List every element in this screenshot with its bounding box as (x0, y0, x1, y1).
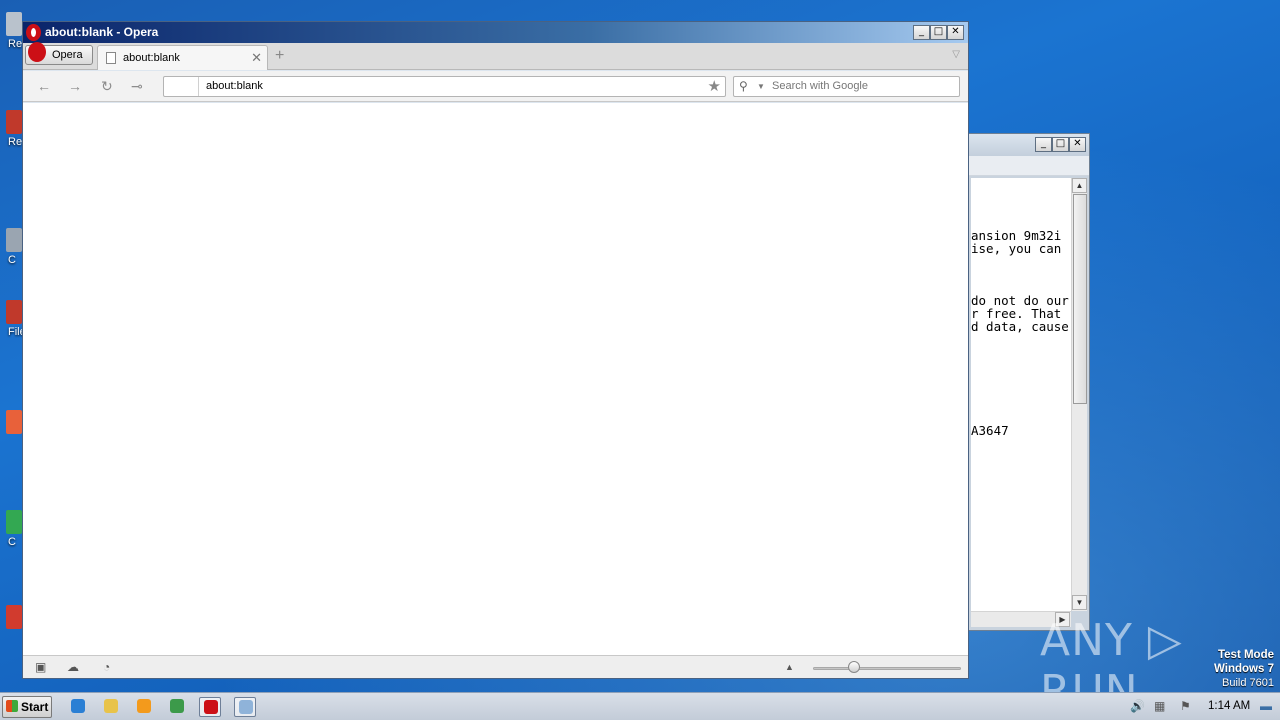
windows-flag-icon (6, 700, 18, 712)
action-center-flag-icon[interactable]: ⚑ (1180, 699, 1191, 713)
new-tab-button[interactable]: + (275, 47, 284, 65)
shortcut-label: Re (8, 38, 23, 50)
close-button[interactable]: ✕ (947, 25, 964, 40)
search-input[interactable]: ⚲ ▼ Search with Google (733, 76, 960, 97)
media-player-icon (137, 699, 151, 713)
chevron-down-icon[interactable]: ▼ (757, 82, 765, 91)
taskbar: Start 🔊 ▦ ⚑ ▬ 1:14 AM (0, 692, 1280, 720)
start-label: Start (21, 700, 49, 714)
test-mode-notice: Test Mode Windows 7 Build 7601 (1214, 648, 1274, 690)
chrome-icon (170, 699, 184, 713)
system-tray: 🔊 ▦ ⚑ ▬ (1122, 694, 1280, 720)
page-viewport[interactable] (23, 103, 968, 655)
explorer-taskbar-button[interactable] (100, 697, 122, 717)
tab-label: about:blank (123, 52, 180, 64)
zoom-slider[interactable] (813, 667, 961, 670)
shortcut-icon (6, 605, 22, 629)
back-button[interactable]: ← (37, 78, 51, 94)
shortcut-icon (6, 12, 22, 36)
maximize-button[interactable]: □ (1052, 137, 1069, 152)
background-window[interactable]: _ □ ✕ ansion 9m32i ise, you can do not d… (968, 133, 1090, 631)
close-tab-icon[interactable]: ✕ (251, 50, 262, 66)
bookmark-star-icon[interactable]: ★ (708, 77, 721, 95)
opera-logo-icon (28, 42, 46, 62)
show-desktop-icon[interactable]: ▬ (1260, 699, 1272, 713)
address-value[interactable]: about:blank (206, 80, 263, 92)
zoom-slider-handle[interactable] (848, 661, 860, 673)
tab-strip: Opera about:blank ✕ + ▽ (23, 42, 968, 70)
explorer-icon (104, 699, 118, 713)
shortcut-label: Re (8, 136, 23, 148)
build-line: Build 7601 (1222, 677, 1274, 689)
scroll-thumb[interactable] (1073, 194, 1087, 404)
arrow-up-icon[interactable]: ▲ (785, 662, 794, 672)
opera-logo-icon (26, 24, 41, 41)
address-bar[interactable]: about:blank ★ (163, 76, 726, 97)
clock[interactable]: 1:14 AM (1208, 700, 1250, 712)
key-icon[interactable]: ⊸ (131, 78, 143, 95)
network-icon[interactable]: ▦ (1154, 699, 1165, 713)
vertical-scrollbar[interactable]: ▲ ▼ (1071, 178, 1087, 611)
test-mode-line: Test Mode (1217, 649, 1274, 661)
scroll-down-icon[interactable]: ▼ (1072, 595, 1087, 610)
background-window-text[interactable]: ansion 9m32i ise, you can do not do our … (971, 178, 1071, 611)
chrome-taskbar-button[interactable] (166, 697, 188, 717)
text-line: ise, you can (971, 241, 1062, 256)
background-window-menubar (969, 156, 1089, 176)
background-window-titlebar[interactable]: _ □ ✕ (969, 134, 1089, 156)
opera-menu-label: Opera (52, 49, 83, 61)
speed-dial-icon[interactable]: ◔ (103, 660, 110, 674)
scroll-up-icon[interactable]: ▲ (1072, 178, 1087, 193)
minimize-button[interactable]: _ (1035, 137, 1052, 152)
search-placeholder: Search with Google (772, 80, 868, 92)
ie-icon (71, 699, 85, 713)
status-bar: ▣ ☁ ◔ ▲ (23, 655, 968, 678)
speaker-icon[interactable]: 🔊 (1130, 699, 1145, 713)
start-button[interactable]: Start (2, 696, 52, 718)
cloud-icon[interactable]: ☁ (67, 660, 79, 674)
close-button[interactable]: ✕ (1069, 137, 1086, 152)
opera-taskbar-button[interactable] (199, 697, 221, 717)
minimize-button[interactable]: _ (913, 25, 930, 40)
window-title: about:blank - Opera (45, 25, 159, 39)
maximize-button[interactable]: □ (930, 25, 947, 40)
opera-icon (204, 700, 218, 714)
shortcut-label: C (8, 536, 16, 548)
tab-list-chevron-icon[interactable]: ▽ (952, 49, 960, 60)
ie-taskbar-button[interactable] (67, 697, 89, 717)
notepad-taskbar-button[interactable] (234, 697, 256, 717)
shortcut-icon (6, 300, 22, 324)
opera-menu-button[interactable]: Opera (25, 42, 93, 65)
search-icon: ⚲ (739, 79, 748, 93)
media-player-taskbar-button[interactable] (133, 697, 155, 717)
forward-button[interactable]: → (68, 78, 82, 94)
shortcut-icon (6, 510, 22, 534)
shortcut-icon (6, 410, 22, 434)
navigation-toolbar: ← → ↻ ⊸ about:blank ★ ⚲ ▼ Search with Go… (23, 71, 968, 102)
shortcut-label: C (8, 254, 16, 266)
text-line: A3647 (971, 423, 1009, 438)
tab-about-blank[interactable]: about:blank ✕ (97, 45, 268, 70)
reload-button[interactable]: ↻ (101, 78, 113, 95)
panel-toggle-icon[interactable]: ▣ (35, 660, 46, 674)
opera-window[interactable]: about:blank - Opera _ □ ✕ Opera about:bl… (22, 21, 969, 679)
text-line: d data, cause (971, 319, 1069, 334)
windows-version-line: Windows 7 (1214, 663, 1274, 675)
page-icon (106, 52, 116, 64)
opera-titlebar[interactable]: about:blank - Opera _ □ ✕ (23, 22, 968, 43)
notepad-icon (239, 700, 253, 714)
address-separator (198, 77, 199, 96)
shortcut-icon (6, 228, 22, 252)
shortcut-icon (6, 110, 22, 134)
